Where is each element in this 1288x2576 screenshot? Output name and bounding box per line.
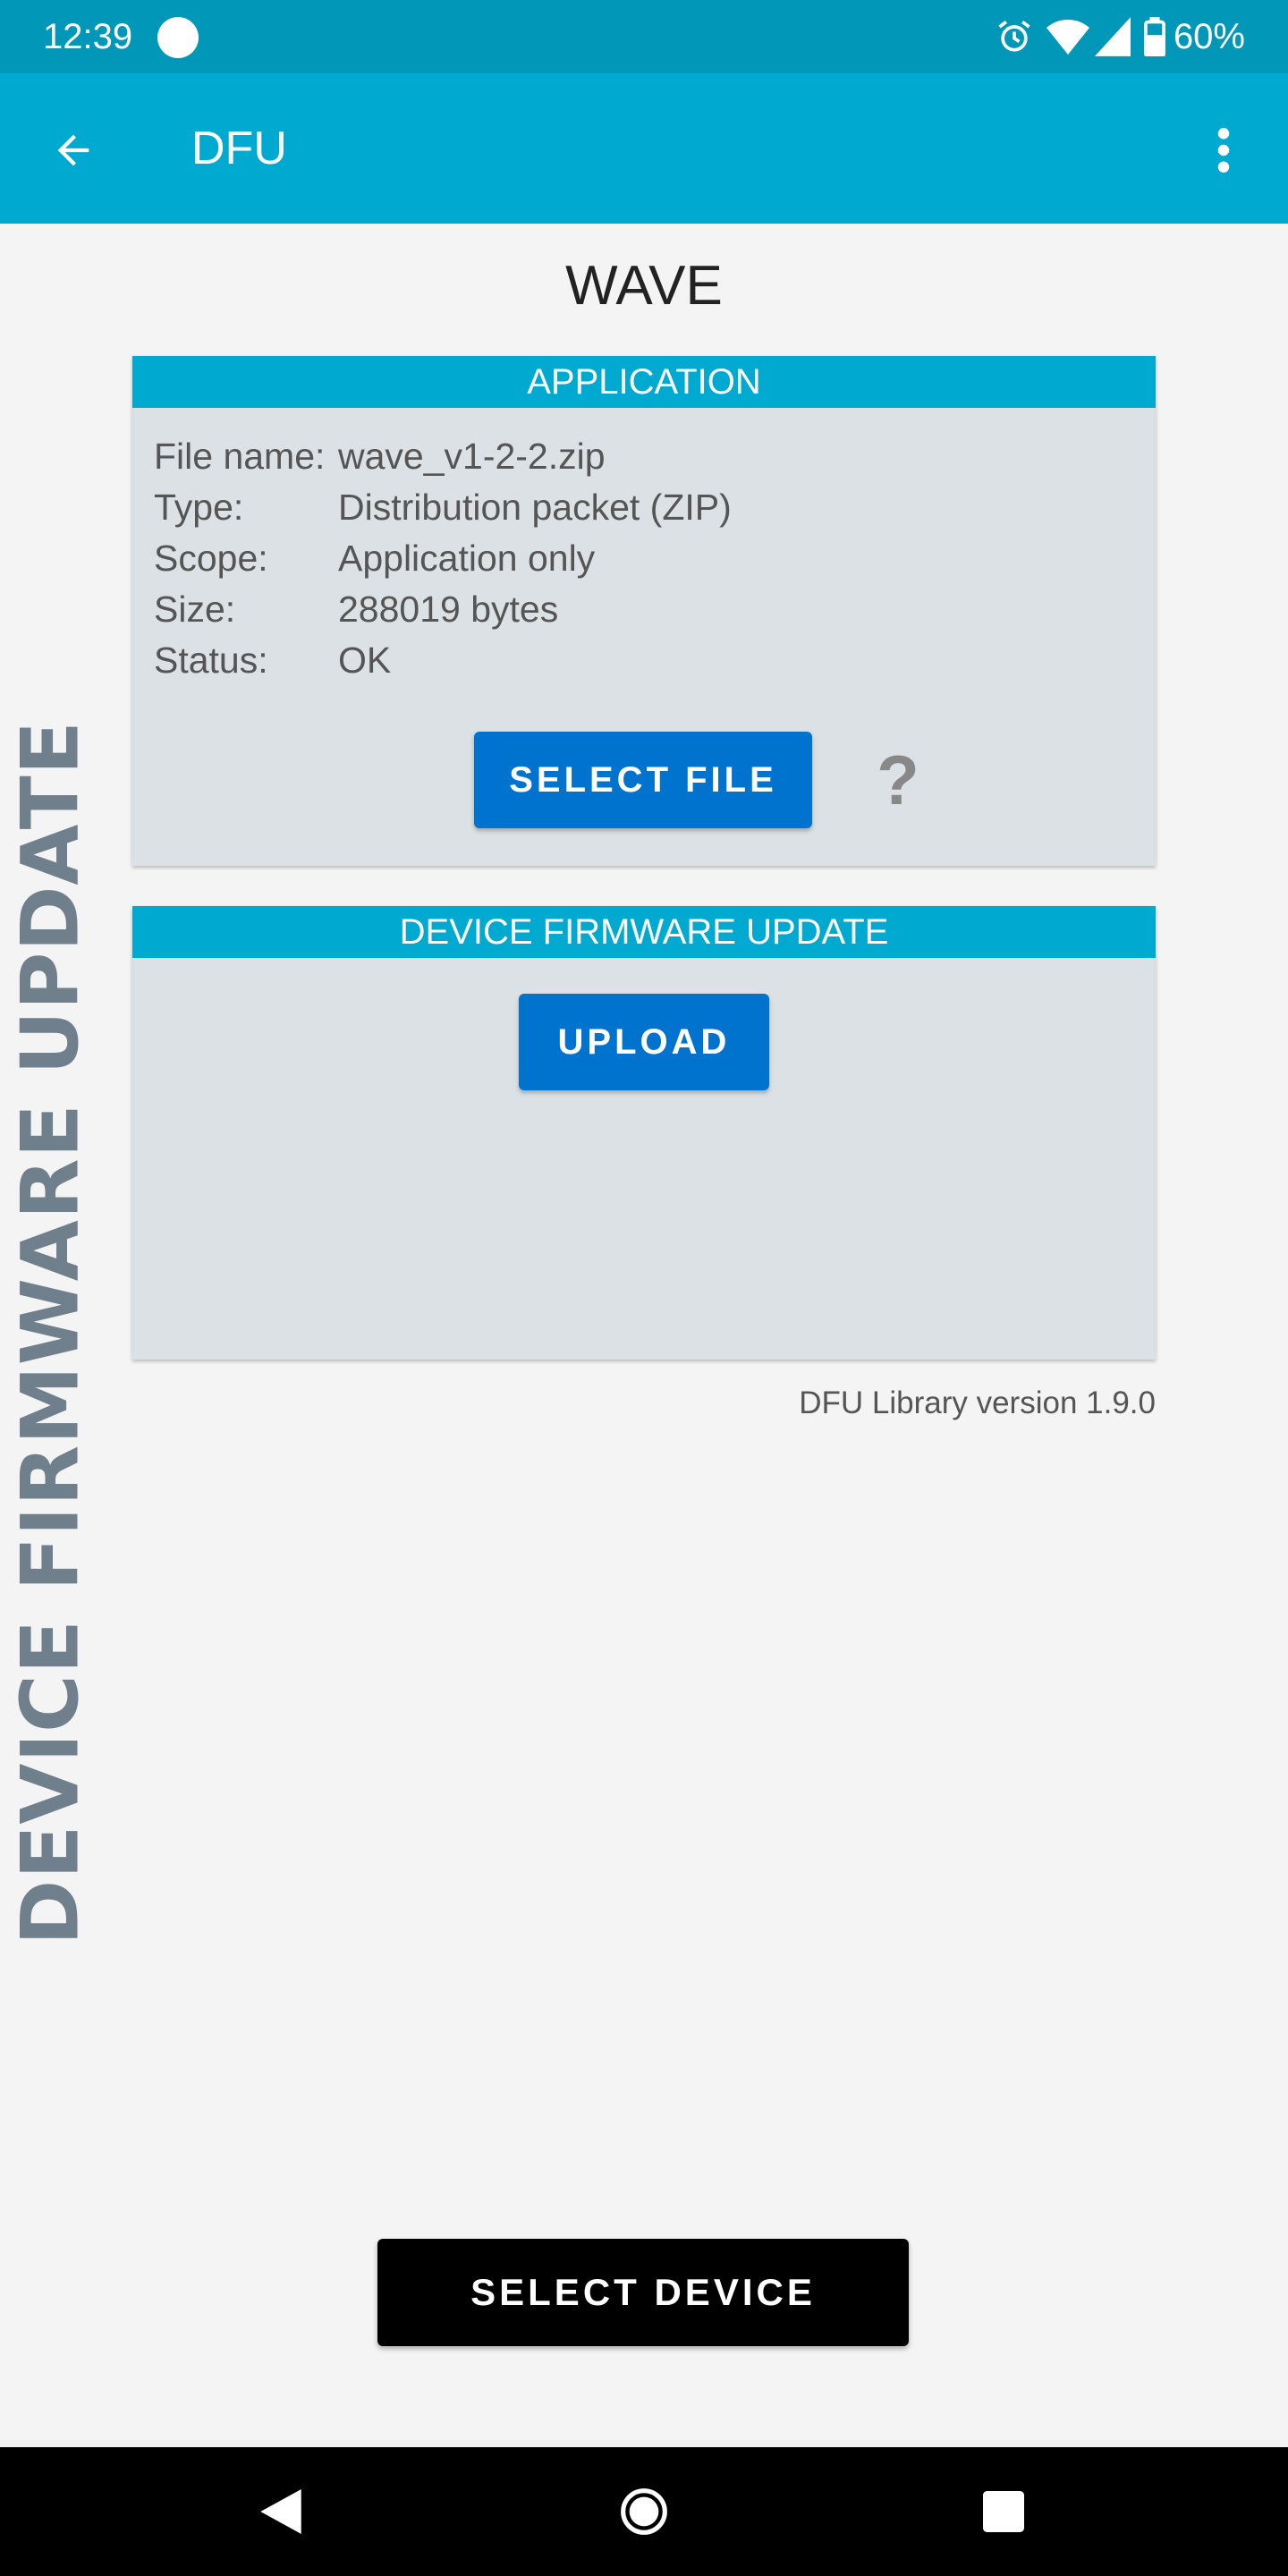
nav-back-icon	[260, 2489, 301, 2534]
status-time: 12:39	[43, 17, 133, 56]
application-card-header: APPLICATION	[132, 356, 1156, 408]
info-label: Type:	[154, 487, 244, 528]
info-value: OK	[338, 640, 392, 681]
info-label: Status:	[154, 640, 268, 681]
side-label: DEVICE FIRMWARE UPDATE	[4, 720, 97, 1945]
nav-home-icon	[621, 2488, 667, 2535]
device-name: WAVE	[565, 255, 723, 317]
info-label: File name:	[154, 436, 326, 477]
alarm-icon	[995, 17, 1034, 56]
navigation-bar	[0, 2447, 1288, 2576]
help-icon[interactable]: ?	[862, 732, 934, 828]
dfu-card: DEVICE FIRMWARE UPDATE UPLOAD	[132, 906, 1156, 1360]
info-row-size: Size: 288019 bytes	[154, 584, 732, 635]
library-version: DFU Library version 1.9.0	[799, 1385, 1156, 1420]
info-row-file-name: File name: wave_v1-2-2.zip	[154, 431, 732, 482]
nav-recents-button[interactable]	[964, 2472, 1043, 2551]
overflow-menu-button[interactable]	[1186, 113, 1261, 188]
upload-button[interactable]: UPLOAD	[519, 994, 769, 1090]
more-vert-icon	[1217, 128, 1230, 173]
info-row-type: Type: Distribution packet (ZIP)	[154, 482, 732, 533]
notification-dot-icon	[157, 17, 199, 58]
select-device-button[interactable]: SELECT DEVICE	[377, 2239, 909, 2346]
info-label: Scope:	[154, 538, 268, 579]
back-button[interactable]	[36, 113, 111, 188]
page-title: DFU	[191, 123, 287, 174]
info-label: Size:	[154, 589, 236, 630]
nav-back-button[interactable]	[242, 2472, 320, 2551]
file-info-table: File name: wave_v1-2-2.zip Type: Distrib…	[154, 431, 732, 686]
dfu-screen: 12:39 60% DFU DEVICE FIRMWARE UPDATE WAV…	[0, 0, 1288, 2576]
battery-icon	[1143, 17, 1166, 56]
info-value: Distribution packet (ZIP)	[338, 487, 732, 528]
wifi-icon	[1046, 17, 1089, 56]
status-icons: 60%	[995, 13, 1245, 61]
side-label-container: DEVICE FIRMWARE UPDATE	[0, 720, 98, 1945]
arrow-back-icon	[57, 134, 89, 166]
info-value: 288019 bytes	[338, 589, 559, 630]
signal-icon	[1094, 17, 1131, 56]
nav-recents-icon	[983, 2491, 1024, 2532]
dfu-card-header: DEVICE FIRMWARE UPDATE	[132, 906, 1156, 958]
info-row-status: Status: OK	[154, 635, 732, 686]
info-row-scope: Scope: Application only	[154, 533, 732, 584]
info-value: wave_v1-2-2.zip	[338, 436, 606, 477]
select-file-button[interactable]: SELECT FILE	[474, 732, 812, 828]
application-card: APPLICATION File name: wave_v1-2-2.zip T…	[132, 356, 1156, 866]
nav-home-button[interactable]	[605, 2472, 683, 2551]
info-value: Application only	[338, 538, 596, 579]
status-bar: 12:39 60%	[0, 0, 1288, 73]
battery-percent: 60%	[1173, 17, 1245, 56]
app-bar: DFU	[0, 73, 1288, 224]
